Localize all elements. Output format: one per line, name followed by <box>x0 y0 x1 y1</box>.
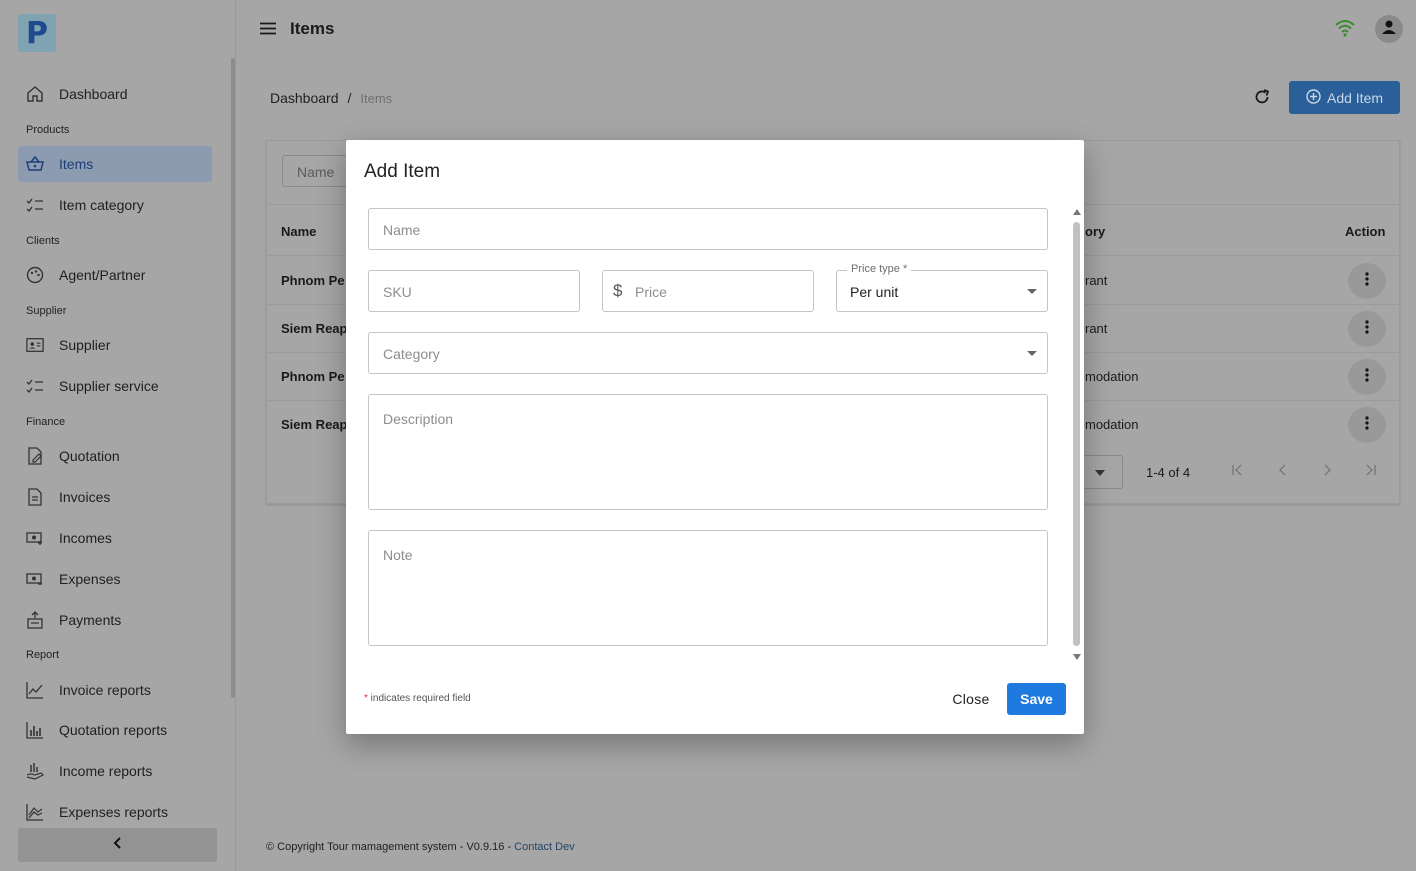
column-header-name[interactable]: Name <box>281 224 316 239</box>
refresh-icon[interactable] <box>1254 89 1270 110</box>
add-item-button[interactable]: Add Item <box>1289 81 1400 114</box>
id-card-icon <box>26 336 44 354</box>
section-products: Products <box>26 124 70 136</box>
row-actions-button[interactable] <box>1348 407 1386 443</box>
sidebar-item-dashboard[interactable]: Dashboard <box>18 76 212 112</box>
money-out-icon <box>26 570 44 588</box>
sidebar-item-supplier[interactable]: Supplier <box>18 327 212 363</box>
price-type-select[interactable]: Price type * Per unit <box>836 263 1048 312</box>
close-button[interactable]: Close <box>942 683 1000 715</box>
sidebar-item-incomes[interactable]: Incomes <box>18 520 212 556</box>
sidebar-scrollbar[interactable] <box>231 58 235 698</box>
sidebar-collapse-button[interactable] <box>18 828 217 862</box>
section-finance: Finance <box>26 416 66 428</box>
last-page-icon[interactable] <box>1365 463 1377 479</box>
stacked-line-icon <box>26 803 44 821</box>
sidebar-item-expenses-reports[interactable]: Expenses reports <box>18 794 212 830</box>
sidebar-item-items[interactable]: Items <box>18 146 212 182</box>
row-actions-button[interactable] <box>1348 359 1386 395</box>
note-textarea[interactable]: Note <box>368 530 1048 646</box>
breadcrumb-home[interactable]: Dashboard <box>270 90 339 106</box>
bar-chart-icon <box>26 721 44 739</box>
caret-down-icon <box>1027 289 1037 294</box>
home-icon <box>26 85 44 103</box>
footer: © Copyright Tour mamagement system - V0.… <box>266 841 575 853</box>
payment-icon <box>26 611 44 629</box>
sidebar-item-item-category[interactable]: Item category <box>18 187 212 223</box>
page-title: Items <box>290 19 335 38</box>
more-vertical-icon <box>1365 319 1369 339</box>
money-in-icon <box>26 529 44 547</box>
breadcrumb-separator: / <box>347 90 352 106</box>
add-item-dialog: Add Item Name SKU $ Price Price type * P… <box>346 140 1084 734</box>
checklist-icon <box>26 196 44 214</box>
caret-down-icon <box>1027 351 1037 356</box>
save-button[interactable]: Save <box>1007 683 1066 715</box>
menu-icon[interactable] <box>260 22 276 40</box>
sku-input[interactable]: SKU <box>368 270 580 312</box>
checklist-icon <box>26 377 44 395</box>
plus-circle-icon <box>1306 88 1327 107</box>
sidebar-item-invoice-reports[interactable]: Invoice reports <box>18 672 212 708</box>
chevron-left-icon <box>113 836 123 854</box>
pagination-range: 1-4 of 4 <box>1146 465 1191 480</box>
sidebar-item-payments[interactable]: Payments <box>18 602 212 638</box>
sidebar-item-invoices[interactable]: Invoices <box>18 479 212 515</box>
price-input[interactable]: $ Price <box>602 270 814 312</box>
price-type-label: Price type * <box>847 263 912 275</box>
dialog-scrollbar-thumb[interactable] <box>1073 222 1080 646</box>
required-field-note: * indicates required field <box>364 693 471 704</box>
description-textarea[interactable]: Description <box>368 394 1048 510</box>
scroll-down-icon[interactable] <box>1073 654 1081 660</box>
wifi-icon <box>1335 19 1355 42</box>
sidebar-item-agent-partner[interactable]: Agent/Partner <box>18 257 212 293</box>
line-chart-icon <box>26 681 44 699</box>
contact-dev-link[interactable]: Contact Dev <box>514 841 575 853</box>
more-vertical-icon <box>1365 415 1369 435</box>
section-supplier: Supplier <box>26 305 67 317</box>
scroll-up-icon[interactable] <box>1073 209 1081 215</box>
app-logo[interactable]: P <box>18 14 56 52</box>
hand-chart-icon <box>26 762 44 780</box>
next-page-icon[interactable] <box>1321 463 1333 479</box>
column-header-action: Action <box>1345 224 1386 239</box>
palette-icon <box>26 266 44 284</box>
top-bar: Items <box>236 0 1416 58</box>
section-report: Report <box>26 649 60 661</box>
more-vertical-icon <box>1365 271 1369 291</box>
breadcrumb-current: Items <box>360 91 393 106</box>
section-clients: Clients <box>26 235 60 247</box>
category-select[interactable]: Category <box>368 332 1048 374</box>
sidebar-item-quotation[interactable]: Quotation <box>18 438 212 474</box>
user-avatar[interactable] <box>1375 15 1403 43</box>
edit-document-icon <box>26 447 44 465</box>
name-input[interactable]: Name <box>368 208 1048 250</box>
dialog-title: Add Item <box>364 161 441 182</box>
caret-down-icon <box>1094 463 1105 481</box>
more-vertical-icon <box>1365 367 1369 387</box>
prev-page-icon[interactable] <box>1277 463 1289 479</box>
first-page-icon[interactable] <box>1231 463 1243 479</box>
row-actions-button[interactable] <box>1348 263 1386 299</box>
sidebar: P Products Clients Supplier Finance Repo… <box>0 0 236 871</box>
row-actions-button[interactable] <box>1348 311 1386 347</box>
document-icon <box>26 488 44 506</box>
person-icon <box>1381 19 1397 40</box>
breadcrumb: Dashboard / Items <box>270 90 392 106</box>
column-header-category[interactable]: ory <box>1085 224 1105 239</box>
sidebar-item-income-reports[interactable]: Income reports <box>18 753 212 789</box>
price-type-value: Per unit <box>850 284 899 300</box>
sidebar-item-quotation-reports[interactable]: Quotation reports <box>18 712 212 748</box>
dollar-icon: $ <box>613 281 623 300</box>
basket-icon <box>26 155 44 173</box>
sidebar-item-supplier-service[interactable]: Supplier service <box>18 368 212 404</box>
sidebar-item-expenses[interactable]: Expenses <box>18 561 212 597</box>
